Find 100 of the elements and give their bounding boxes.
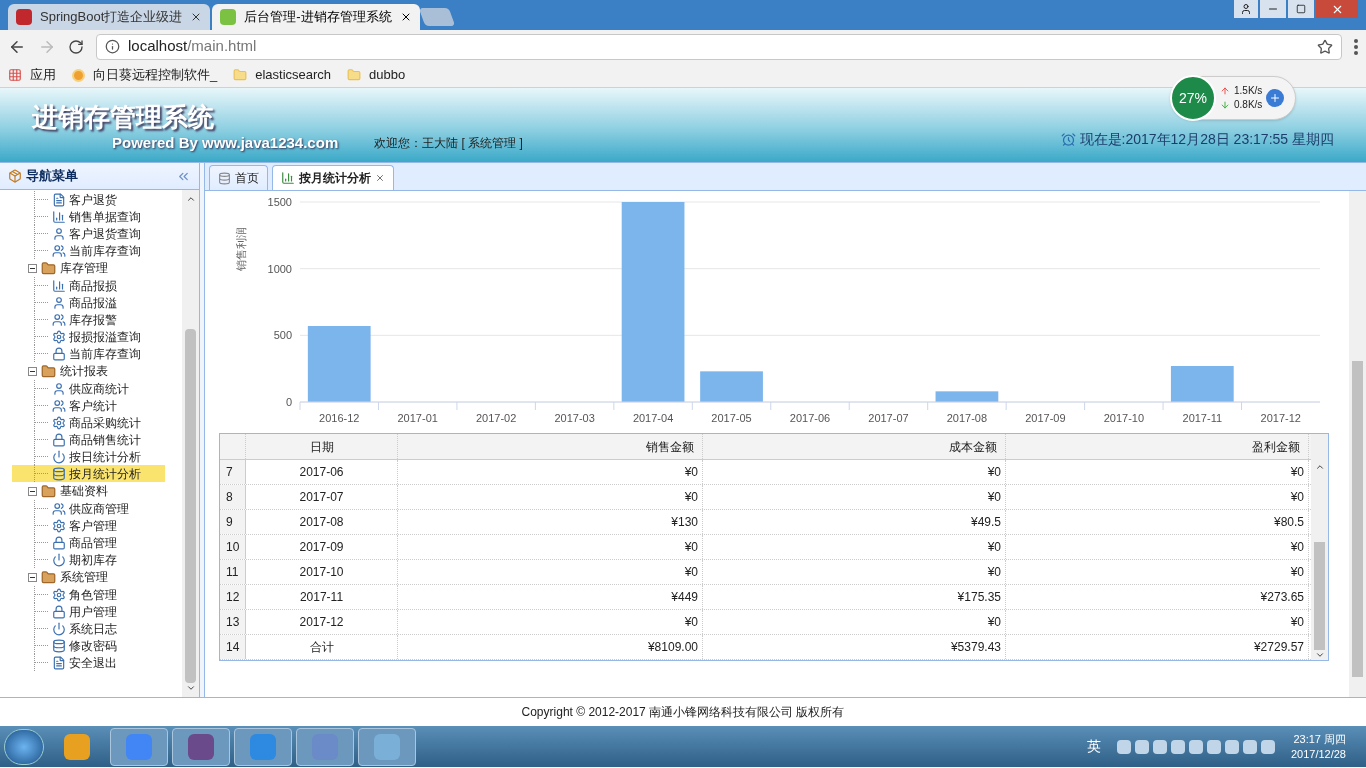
tree-group[interactable]: 系统管理 [60,568,108,586]
tree-group[interactable]: 库存管理 [60,259,108,277]
folder-icon [41,363,56,379]
taskbar-app-icon[interactable] [234,727,292,766]
table-cell: 2017-08 [246,510,398,534]
collapse-toggle[interactable] [28,486,37,496]
table-cell: ¥273.65 [1006,585,1309,609]
clock-time[interactable]: 23:17 周四 [1293,731,1346,747]
maximize-button[interactable] [1288,0,1314,18]
column-header[interactable]: 盈利金额 [1006,434,1309,459]
scrollbar[interactable] [1311,434,1328,660]
taskbar-app-icon[interactable] [172,727,230,766]
tree-item[interactable]: 供应商管理 [52,500,153,517]
collapse-toggle[interactable] [28,366,37,376]
tray-icon[interactable] [1224,739,1239,754]
tree-item[interactable]: 商品销售统计 [52,431,165,448]
chart-page-icon [281,171,295,185]
x-tick-label: 2017-11 [1182,412,1223,424]
table-cell: 2017-07 [246,485,398,509]
tray-icon[interactable] [1188,739,1203,754]
tree-item[interactable]: 修改密码 [52,637,141,654]
menu-icon[interactable] [1354,38,1358,55]
scroll-down-icon[interactable] [1314,650,1325,660]
info-icon[interactable] [105,39,120,54]
address-field[interactable]: localhost/main.html [96,33,1342,60]
tree-item[interactable]: 报损报溢查询 [52,328,165,345]
tray-icon[interactable] [1116,739,1131,754]
tray-icon[interactable] [1152,739,1167,754]
table-cell: ¥0 [1006,535,1309,559]
row-number: 8 [220,485,246,509]
y-tick-label: 1000 [267,262,292,275]
column-header[interactable]: 日期 [246,434,398,459]
taskbar-app-icon[interactable] [358,727,416,766]
tree-item[interactable]: 商品管理 [52,534,141,551]
bookmark-link[interactable]: 应用 [8,65,56,85]
browser-tab[interactable]: SpringBoot打造企业级进 [8,4,211,30]
new-tab-button[interactable] [418,8,455,26]
tray-icon[interactable] [1206,739,1221,754]
tray-icon[interactable] [1242,739,1257,754]
tree-group[interactable]: 统计报表 [60,362,108,380]
collapse-toggle[interactable] [28,572,37,582]
close-button[interactable] [1316,0,1358,18]
table-cell: 2017-06 [246,460,398,484]
scroll-up-icon[interactable] [1314,462,1325,472]
tree-item[interactable]: 安全退出 [52,654,141,671]
tree-item[interactable]: 客户退货查询 [52,225,165,242]
x-tick-label: 2017-06 [789,412,831,424]
cylinder-icon [218,171,231,185]
profile-button[interactable] [1234,0,1258,18]
scrollbar[interactable] [182,190,199,697]
tree-item[interactable]: 供应商统计 [52,380,153,397]
tray-icon[interactable] [1134,739,1149,754]
table-cell: ¥449 [398,585,703,609]
tree-item[interactable]: 系统日志 [52,620,141,637]
ime-indicator[interactable]: 英 [1086,736,1101,757]
x-tick-label: 2017-12 [1260,412,1301,424]
tree-item[interactable]: 商品报溢 [52,294,141,311]
clock-date[interactable]: 2017/12/28 [1290,746,1346,762]
tree-item[interactable]: 按月统计分析 [12,465,165,482]
tree-item[interactable]: 期初库存 [52,551,141,568]
browser-tab[interactable]: 后台管理-进销存管理系统 [212,4,420,30]
start-button[interactable] [4,728,44,765]
table-cell: ¥2729.57 [1006,635,1309,659]
x-tick-label: 2016-12 [319,412,360,424]
user-icon [1240,3,1252,15]
bookmark-link[interactable]: 向日葵远程控制软件_ [72,65,218,85]
content-tab[interactable]: 首页 [209,165,268,190]
scroll-down-icon[interactable] [185,683,196,693]
tree-item[interactable]: 客户退货 [52,191,141,208]
tree-item[interactable]: 销售单据查询 [52,208,165,225]
tray-icon[interactable] [1260,739,1275,754]
tree-item[interactable]: 库存报警 [52,311,141,328]
tree-group[interactable]: 基础资料 [60,482,108,500]
bookmark-link[interactable]: dubbo [347,65,406,85]
tray-icon[interactable] [1170,739,1185,754]
tree-item[interactable]: 商品采购统计 [52,414,165,431]
row-number: 13 [220,610,246,634]
taskbar-app-icon[interactable] [110,727,168,766]
tree-item[interactable]: 用户管理 [52,603,141,620]
x-tick-label: 2017-09 [1025,412,1066,424]
plus-button[interactable] [1266,89,1285,107]
reload-icon[interactable] [68,38,84,55]
collapse-toggle[interactable] [28,263,37,273]
folder-icon [41,483,56,499]
bookmark-link[interactable]: elasticsearch [233,65,332,85]
scrollbar[interactable] [1349,191,1366,697]
bookmark-star-icon[interactable] [1317,38,1333,55]
tree-item[interactable]: 客户管理 [52,517,141,534]
tree-item[interactable]: 当前库存查询 [52,345,165,362]
taskbar-app-icon[interactable] [296,727,354,766]
tree-item[interactable]: 当前库存查询 [52,242,165,259]
scroll-up-icon[interactable] [185,194,196,204]
tree-item[interactable]: 商品报损 [52,277,141,294]
x-tick-label: 2017-07 [868,412,909,424]
tree-item[interactable]: 角色管理 [52,586,141,603]
column-header[interactable]: 销售金额 [398,434,703,459]
tree-item[interactable]: 客户统计 [52,397,141,414]
tree-item[interactable]: 按日统计分析 [52,448,165,465]
content-tab[interactable]: 按月统计分析 [272,165,394,190]
column-header[interactable]: 成本金额 [703,434,1006,459]
